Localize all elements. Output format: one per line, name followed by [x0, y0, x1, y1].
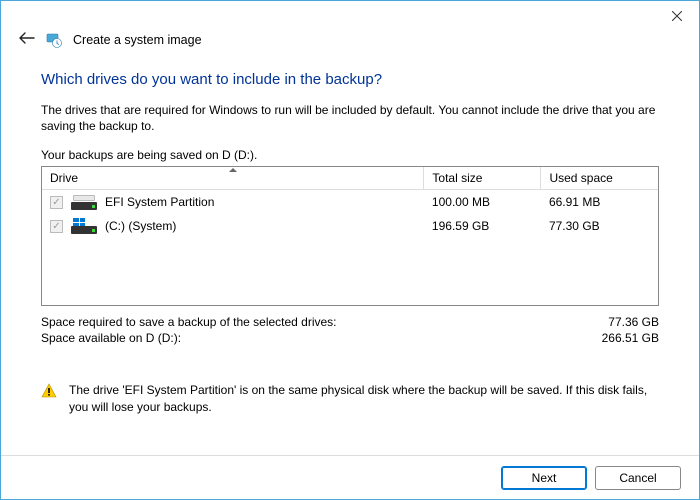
warning-icon	[41, 383, 57, 402]
space-available-value: 266.51 GB	[602, 331, 659, 345]
summary: Space required to save a backup of the s…	[41, 314, 659, 346]
warning-text: The drive 'EFI System Partition' is on t…	[69, 382, 659, 414]
space-required-label: Space required to save a backup of the s…	[41, 315, 337, 329]
titlebar	[1, 1, 699, 31]
warning-panel: The drive 'EFI System Partition' is on t…	[41, 382, 659, 414]
drive-checkbox: ✓	[50, 220, 63, 233]
cancel-button[interactable]: Cancel	[595, 466, 681, 490]
space-available-label: Space available on D (D:):	[41, 331, 181, 345]
column-used-space[interactable]: Used space	[541, 167, 658, 190]
system-drive-icon	[71, 218, 97, 234]
column-drive[interactable]: Drive	[42, 167, 424, 190]
drive-table: Drive Total size Used space ✓	[41, 166, 659, 306]
back-arrow-icon[interactable]	[19, 32, 35, 48]
system-image-icon	[45, 31, 63, 49]
wizard-window: Create a system image Which drives do yo…	[0, 0, 700, 500]
header: Create a system image	[1, 31, 699, 53]
space-required-value: 77.36 GB	[608, 315, 659, 329]
table-row[interactable]: ✓ EFI System Partition 100.00 MB 66.91 M…	[42, 190, 658, 215]
content-area: Which drives do you want to include in t…	[1, 53, 699, 455]
drive-name: EFI System Partition	[105, 195, 214, 209]
table-row[interactable]: ✓ (C:) (System) 196.59 GB 77.30 GB	[42, 214, 658, 238]
page-heading: Which drives do you want to include in t…	[41, 71, 659, 88]
column-total-size[interactable]: Total size	[424, 167, 541, 190]
efi-drive-icon	[71, 194, 97, 210]
save-location-text: Your backups are being saved on D (D:).	[41, 148, 659, 162]
drive-total: 196.59 GB	[424, 214, 541, 238]
drive-used: 77.30 GB	[541, 214, 658, 238]
next-button[interactable]: Next	[501, 466, 587, 490]
drive-checkbox: ✓	[50, 196, 63, 209]
footer: Next Cancel	[1, 455, 699, 499]
page-subtext: The drives that are required for Windows…	[41, 102, 659, 134]
drive-name: (C:) (System)	[105, 219, 176, 233]
wizard-title: Create a system image	[73, 33, 202, 47]
drive-used: 66.91 MB	[541, 190, 658, 215]
close-icon	[672, 11, 682, 21]
drive-total: 100.00 MB	[424, 190, 541, 215]
close-button[interactable]	[655, 2, 699, 30]
